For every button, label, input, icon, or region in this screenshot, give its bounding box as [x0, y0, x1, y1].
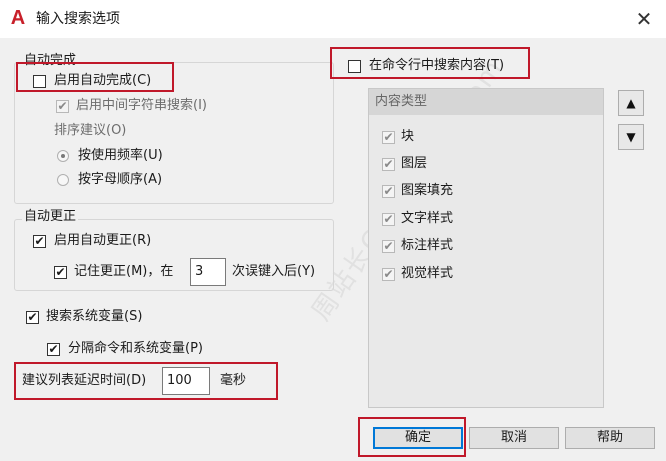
search-sysvars-label[interactable]: 搜索系统变量(S)	[46, 308, 142, 326]
content-type-label[interactable]: 块	[401, 128, 414, 146]
ok-button[interactable]: 确定	[373, 427, 463, 449]
autocorrect-group-label: 自动更正	[22, 209, 79, 225]
mid-string-search-label: 启用中间字符串搜索(I)	[76, 98, 207, 113]
content-type-label[interactable]: 标注样式	[401, 237, 453, 255]
sort-alphabetical-label: 按字母顺序(A)	[78, 172, 163, 187]
cancel-button[interactable]: 取消	[469, 427, 559, 449]
content-type-checkbox[interactable]: ✔	[382, 240, 395, 253]
delay-unit: 毫秒	[220, 373, 247, 388]
content-type-checkbox[interactable]: ✔	[382, 158, 395, 171]
content-type-label[interactable]: 文字样式	[401, 210, 453, 228]
sort-alphabetical-radio	[57, 174, 69, 186]
enable-autocomplete-checkbox[interactable]	[33, 75, 46, 88]
content-type-label[interactable]: 图层	[401, 155, 427, 173]
content-type-label[interactable]: 图案填充	[401, 182, 453, 200]
move-up-button[interactable]: ▲	[618, 90, 644, 116]
sort-by-frequency-radio	[57, 150, 69, 162]
autocad-logo-icon: A	[10, 7, 26, 29]
separate-commands-checkbox[interactable]: ✔	[47, 343, 60, 356]
content-type-checkbox[interactable]: ✔	[382, 268, 395, 281]
enable-autocomplete-label[interactable]: 启用自动完成(C)	[54, 72, 151, 90]
enable-autocorrect-label[interactable]: 启用自动更正(R)	[54, 232, 151, 250]
dialog-title: 输入搜索选项	[36, 11, 120, 27]
delay-label: 建议列表延迟时间(D)	[22, 373, 147, 388]
enable-autocorrect-checkbox[interactable]: ✔	[33, 235, 46, 248]
close-icon[interactable]: ✕	[630, 6, 658, 32]
sort-suggestions-label: 排序建议(O)	[54, 123, 127, 138]
move-down-button[interactable]: ▼	[618, 124, 644, 150]
content-type-checkbox[interactable]: ✔	[382, 213, 395, 226]
content-type-header: 内容类型	[369, 89, 603, 115]
help-button[interactable]: 帮助	[565, 427, 655, 449]
remember-count-suffix: 次误键入后(Y)	[232, 264, 316, 279]
content-search-checkbox[interactable]	[348, 60, 361, 73]
remember-count-input[interactable]: 3	[190, 258, 226, 286]
separate-commands-label[interactable]: 分隔命令和系统变量(P)	[68, 340, 203, 358]
sort-by-frequency-label: 按使用频率(U)	[78, 148, 163, 163]
delay-input[interactable]: 100	[162, 367, 210, 395]
remember-corrections-label[interactable]: 记住更正(M)，在	[74, 263, 173, 281]
remember-corrections-checkbox[interactable]: ✔	[54, 266, 67, 279]
search-sysvars-checkbox[interactable]: ✔	[26, 311, 39, 324]
content-type-checkbox[interactable]: ✔	[382, 131, 395, 144]
content-type-checkbox[interactable]: ✔	[382, 185, 395, 198]
content-search-label[interactable]: 在命令行中搜索内容(T)	[369, 57, 504, 75]
mid-string-search-checkbox: ✔	[56, 99, 69, 113]
content-type-label[interactable]: 视觉样式	[401, 265, 453, 283]
